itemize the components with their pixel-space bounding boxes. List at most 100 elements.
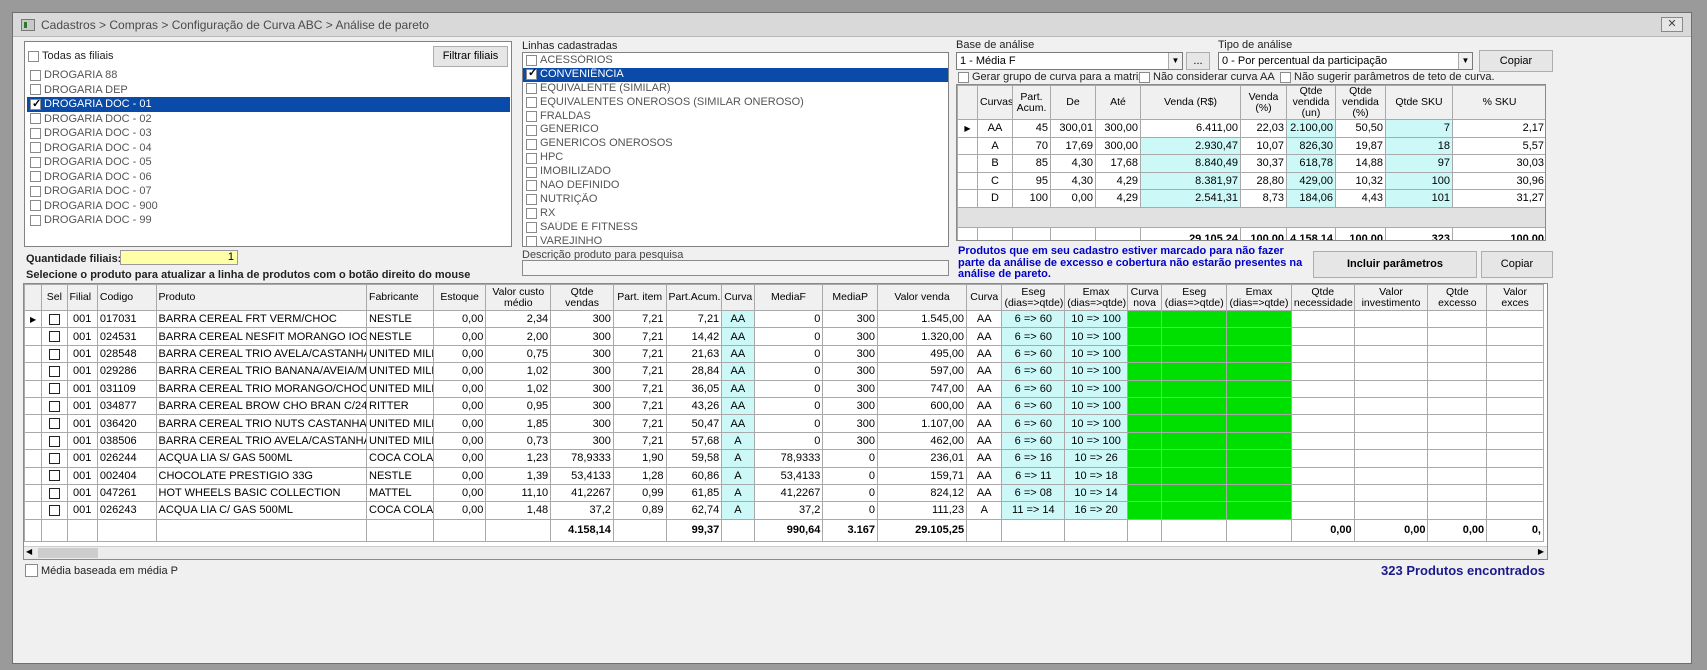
grid-cell[interactable]: AA	[721, 344, 755, 364]
curva-cell[interactable]: 28,80	[1240, 171, 1287, 190]
grid-cell[interactable]: 0,00	[432, 431, 487, 451]
row-select-checkbox[interactable]	[48, 452, 60, 464]
grid-cell[interactable]	[1353, 327, 1429, 346]
linha-item[interactable]: ACESSÓRIOS	[523, 54, 948, 68]
curva-cell[interactable]: 97	[1385, 154, 1453, 173]
grid-cell[interactable]	[1427, 379, 1488, 398]
grid-cell[interactable]	[1290, 466, 1355, 485]
grid-cell[interactable]	[1290, 344, 1355, 364]
grid-cell[interactable]	[1427, 327, 1488, 346]
curva-cell[interactable]: 10,07	[1240, 136, 1287, 155]
grid-cell[interactable]	[1353, 396, 1429, 416]
grid-column-header[interactable]: Curva	[966, 284, 1003, 311]
new-curve-cell[interactable]	[1226, 449, 1292, 468]
grid-cell[interactable]	[1427, 501, 1488, 520]
grid-cell[interactable]: UNITED MILL	[366, 379, 434, 398]
grid-cell[interactable]: A	[966, 501, 1003, 520]
linha-checkbox[interactable]	[526, 152, 537, 164]
filial-item[interactable]: DROGARIA DOC - 02	[27, 112, 510, 127]
new-curve-cell[interactable]	[1126, 327, 1163, 346]
row-select-checkbox[interactable]	[48, 348, 60, 360]
curva-cell[interactable]: 100	[1012, 189, 1051, 208]
grid-cell[interactable]	[1486, 379, 1544, 398]
grid-cell[interactable]: 1,28	[612, 466, 667, 485]
curva-cell[interactable]: 95	[1012, 171, 1051, 190]
grid-cell[interactable]: 0	[753, 414, 824, 433]
linha-item[interactable]: EQUIVALENTE (SIMILAR)	[523, 82, 948, 96]
gerar-grupo-checkbox[interactable]	[958, 71, 969, 83]
row-select-checkbox[interactable]	[48, 470, 60, 482]
grid-cell[interactable]: 62,74	[665, 501, 723, 520]
new-curve-cell[interactable]	[1226, 344, 1292, 364]
grid-cell[interactable]: 002404	[96, 466, 157, 485]
grid-cell[interactable]: 2,34	[485, 309, 552, 329]
grid-column-header[interactable]: Valor exces	[1486, 284, 1544, 311]
grid-cell[interactable]	[1290, 431, 1355, 451]
linha-checkbox[interactable]	[526, 83, 537, 95]
new-curve-cell[interactable]	[1126, 501, 1163, 520]
grid-column-header[interactable]: Eseg (dias=>qtde)	[1001, 284, 1066, 311]
grid-cell[interactable]: 600,00	[877, 396, 968, 416]
linha-checkbox[interactable]	[526, 124, 537, 136]
nao-considerar-aa-option[interactable]: Não considerar curva AA	[1139, 71, 1275, 83]
grid-cell[interactable]	[1427, 431, 1488, 451]
grid-cell[interactable]: 300	[822, 414, 879, 433]
new-curve-cell[interactable]	[1126, 362, 1163, 381]
grid-cell[interactable]: UNITED MILL	[366, 431, 434, 451]
filial-item[interactable]: DROGARIA DOC - 900	[27, 199, 510, 214]
grid-cell[interactable]: AA	[966, 327, 1003, 346]
grid-cell[interactable]	[1486, 501, 1544, 520]
grid-cell[interactable]	[1486, 466, 1544, 485]
curva-cell[interactable]: 85	[1012, 154, 1051, 173]
curva-cell[interactable]: 50,50	[1335, 119, 1386, 138]
grid-cell[interactable]: A	[721, 483, 755, 503]
table-row[interactable]: 001 026244 ACQUA LIA S/ GAS 500ML COCA COLA…	[24, 449, 1544, 468]
row-select-checkbox[interactable]	[48, 383, 60, 395]
grid-cell[interactable]: RITTER	[366, 396, 434, 416]
linha-checkbox[interactable]	[526, 166, 537, 178]
scroll-left-icon[interactable]: ◀	[26, 547, 32, 556]
new-curve-cell[interactable]	[1226, 466, 1292, 485]
grid-cell[interactable]: 159,71	[877, 466, 968, 485]
curvas-column-header[interactable]: Qtde vendida (un)	[1286, 85, 1336, 120]
grid-cell[interactable]: 0	[822, 501, 879, 520]
filial-checkbox[interactable]	[30, 171, 41, 183]
filial-checkbox[interactable]	[30, 84, 41, 96]
curvas-grid[interactable]: Curvas Part. Acum. De Até Venda (R$) Venda (%…	[956, 84, 1546, 241]
curva-cell[interactable]: 10,32	[1335, 171, 1386, 190]
products-grid[interactable]: Sel Filial Codigo Produto Fabricante Estoque V…	[23, 283, 1548, 560]
new-curve-cell[interactable]	[1126, 344, 1163, 364]
grid-cell[interactable]: 37,2	[753, 501, 824, 520]
grid-cell[interactable]	[1427, 344, 1488, 364]
grid-cell[interactable]: 300	[822, 362, 879, 381]
grid-column-header[interactable]: Curva nova	[1126, 284, 1163, 311]
grid-cell[interactable]: 1,02	[485, 362, 552, 381]
grid-cell[interactable]: BARRA CEREAL BROW CHO BRAN C/24	[155, 396, 368, 416]
grid-cell[interactable]: 747,00	[877, 379, 968, 398]
grid-cell[interactable]: UNITED MILL	[366, 362, 434, 381]
grid-cell[interactable]: COCA COLA	[366, 501, 434, 520]
gerar-grupo-option[interactable]: Gerar grupo de curva para a matriz	[958, 71, 1144, 83]
grid-cell[interactable]: NESTLE	[366, 309, 434, 329]
table-row[interactable]: 001 038506 BARRA CEREAL TRIO AVELA/CASTANH…	[24, 431, 1544, 451]
grid-cell[interactable]: AA	[966, 396, 1003, 416]
grid-column-header[interactable]: Sel	[41, 284, 68, 311]
grid-cell[interactable]: 36,05	[665, 379, 723, 398]
grid-cell[interactable]: 0	[753, 327, 824, 346]
grid-cell[interactable]: 0	[753, 396, 824, 416]
linhas-list[interactable]: ACESSÓRIOSCONVENIÊNCIAEQUIVALENTE (SIMIL…	[522, 52, 949, 248]
grid-cell[interactable]: 7,21	[612, 327, 667, 346]
curva-cell[interactable]: 100	[1385, 171, 1453, 190]
curva-cell[interactable]: 429,00	[1286, 171, 1336, 190]
grid-cell[interactable]: 0,00	[432, 483, 487, 503]
grid-cell[interactable]: 6 => 60	[1001, 309, 1066, 329]
sel-cell[interactable]	[41, 431, 68, 451]
grid-cell[interactable]: 0	[822, 483, 879, 503]
grid-cell[interactable]: 50,47	[665, 414, 723, 433]
curva-cell[interactable]: 8,73	[1240, 189, 1287, 208]
grid-cell[interactable]	[1486, 483, 1544, 503]
grid-column-header[interactable]: Eseg (dias=>qtde)	[1161, 284, 1228, 311]
curva-cell[interactable]: 45	[1012, 119, 1051, 138]
curva-cell[interactable]: 826,30	[1286, 136, 1336, 155]
grid-cell[interactable]: 10 => 100	[1064, 327, 1128, 346]
